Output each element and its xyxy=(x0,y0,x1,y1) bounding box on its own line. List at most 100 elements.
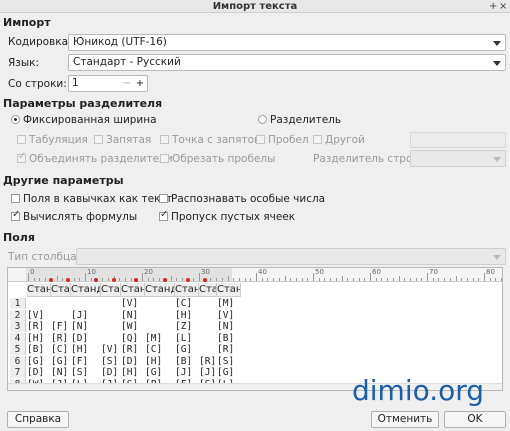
ruler[interactable]: 0 10 20 30 40 50 60 70 80 xyxy=(8,268,502,282)
column-header[interactable]: Ста xyxy=(51,283,71,297)
separator-section-title: Параметры разделителя xyxy=(3,97,163,110)
ruler-tick xyxy=(267,278,269,281)
merge-delimiters-checkbox[interactable]: Объединять разделители xyxy=(17,151,173,165)
column-break-marker[interactable] xyxy=(134,278,139,282)
ruler-tick xyxy=(466,278,468,281)
chevron-down-icon xyxy=(493,255,501,260)
ok-button[interactable]: OK xyxy=(444,411,506,428)
increment-button[interactable]: + xyxy=(134,76,146,91)
table-cell: [C] xyxy=(51,344,69,355)
tab-checkbox[interactable]: Табуляция xyxy=(17,134,88,146)
ruler-tick xyxy=(199,273,200,281)
separated-radio[interactable]: Разделитель xyxy=(258,114,341,126)
ruler-tick xyxy=(478,278,480,281)
ruler-tick xyxy=(370,273,371,281)
column-break-marker[interactable] xyxy=(94,278,99,282)
space-checkbox[interactable]: Пробел xyxy=(256,134,309,146)
ruler-tick xyxy=(107,278,109,281)
table-cell: [G] xyxy=(175,344,193,355)
table-cell: [V] xyxy=(101,344,119,355)
ruler-tick xyxy=(233,278,235,281)
chevron-down-icon xyxy=(493,61,501,66)
column-header[interactable]: Стан xyxy=(27,283,51,297)
column-header[interactable]: Стан xyxy=(175,283,199,297)
ruler-tick xyxy=(455,276,457,281)
column-header[interactable]: Ста xyxy=(101,283,121,297)
skip-empty-cells-checkbox[interactable]: Пропуск пустых ячеек xyxy=(159,209,295,223)
decrement-button[interactable]: − xyxy=(121,76,133,91)
checkbox-icon xyxy=(160,135,169,144)
table-cell: [G] xyxy=(217,367,235,378)
other-label: Другой xyxy=(325,134,365,146)
quoted-as-text-checkbox[interactable]: Поля в кавычках как текст xyxy=(11,193,172,205)
other-separator-input[interactable] xyxy=(410,132,506,148)
language-value: Стандарт - Русский xyxy=(73,56,181,68)
ruler-tick xyxy=(90,278,92,281)
ruler-tick xyxy=(250,278,252,281)
table-cell: [D] xyxy=(101,367,119,378)
string-delimiter-select[interactable] xyxy=(410,150,506,167)
fixed-width-radio[interactable]: Фиксированная ширина xyxy=(11,114,157,126)
title-bar: Импорт текста + × xyxy=(0,0,510,13)
column-header[interactable]: Ста xyxy=(199,283,217,297)
table-cell: [G] xyxy=(51,355,69,367)
ruler-tick xyxy=(159,278,161,281)
table-cell: [S] xyxy=(217,355,235,367)
ruler-tick xyxy=(102,278,104,281)
chevron-down-icon xyxy=(493,157,501,162)
evaluate-formulas-checkbox[interactable]: Вычислять формулы xyxy=(11,209,137,223)
column-break-marker[interactable] xyxy=(202,278,207,282)
preview-table[interactable]: 0 10 20 30 40 50 60 70 80 Стан Ста Станд Ста Стан Ста… xyxy=(7,267,503,391)
ruler-tick xyxy=(461,278,463,281)
trim-spaces-checkbox[interactable]: Обрезать пробелы xyxy=(160,153,275,165)
comma-checkbox[interactable]: Запятая xyxy=(94,134,151,146)
table-cell: [B] xyxy=(27,344,45,355)
close-button[interactable]: × xyxy=(499,0,507,13)
table-cell: [L] xyxy=(175,332,193,344)
column-break-marker[interactable] xyxy=(65,278,70,282)
separated-label: Разделитель xyxy=(270,114,342,126)
ruler-tick xyxy=(352,278,354,281)
ruler-tick xyxy=(273,278,275,281)
table-cell: [R] xyxy=(121,344,139,355)
column-type-select[interactable] xyxy=(76,248,506,265)
other-checkbox[interactable]: Другой xyxy=(313,134,365,146)
column-break-marker[interactable] xyxy=(185,278,190,282)
language-select[interactable]: Стандарт - Русский xyxy=(68,54,506,71)
ruler-number: 40 xyxy=(258,268,267,276)
pin-button[interactable]: + xyxy=(489,0,497,13)
ruler-number: 70 xyxy=(429,268,438,276)
detect-special-numbers-checkbox[interactable]: Распознавать особые числа xyxy=(159,193,325,205)
table-cell: [H] xyxy=(175,309,193,321)
column-header[interactable]: Станд xyxy=(145,283,175,297)
table-cell: [C] xyxy=(175,298,193,309)
column-header[interactable]: Стан xyxy=(121,283,145,297)
row-number: 6 xyxy=(10,355,26,367)
table-cell: [Q] xyxy=(121,332,139,344)
column-header[interactable]: Станд xyxy=(71,283,101,297)
trim-spaces-label: Обрезать пробелы xyxy=(172,153,276,165)
column-break-marker[interactable] xyxy=(162,278,167,282)
space-label: Пробел xyxy=(268,134,309,146)
encoding-select[interactable]: Юникод (UTF-16) xyxy=(68,34,506,51)
help-button[interactable]: Справка xyxy=(7,411,69,428)
ruler-tick xyxy=(193,278,195,281)
semicolon-checkbox[interactable]: Точка с запятой xyxy=(160,134,261,146)
ruler-tick xyxy=(449,278,451,281)
from-row-stepper[interactable]: 1 − + xyxy=(68,75,148,92)
column-header[interactable]: Стан xyxy=(217,283,241,297)
checkbox-checked-icon xyxy=(159,209,168,221)
table-cell: [S] xyxy=(101,355,119,367)
cancel-button[interactable]: Отменить xyxy=(371,411,439,428)
ruler-tick xyxy=(256,273,257,281)
ruler-tick xyxy=(221,278,223,281)
ruler-tick xyxy=(375,278,377,281)
ruler-tick xyxy=(318,278,320,281)
row-number: 3 xyxy=(10,321,26,332)
column-break-marker[interactable] xyxy=(48,278,53,282)
ruler-tick xyxy=(295,278,297,281)
row-number: 5 xyxy=(10,344,26,355)
column-break-marker[interactable] xyxy=(111,278,116,282)
table-cell: [M] xyxy=(217,298,235,309)
checkbox-icon xyxy=(11,194,20,203)
